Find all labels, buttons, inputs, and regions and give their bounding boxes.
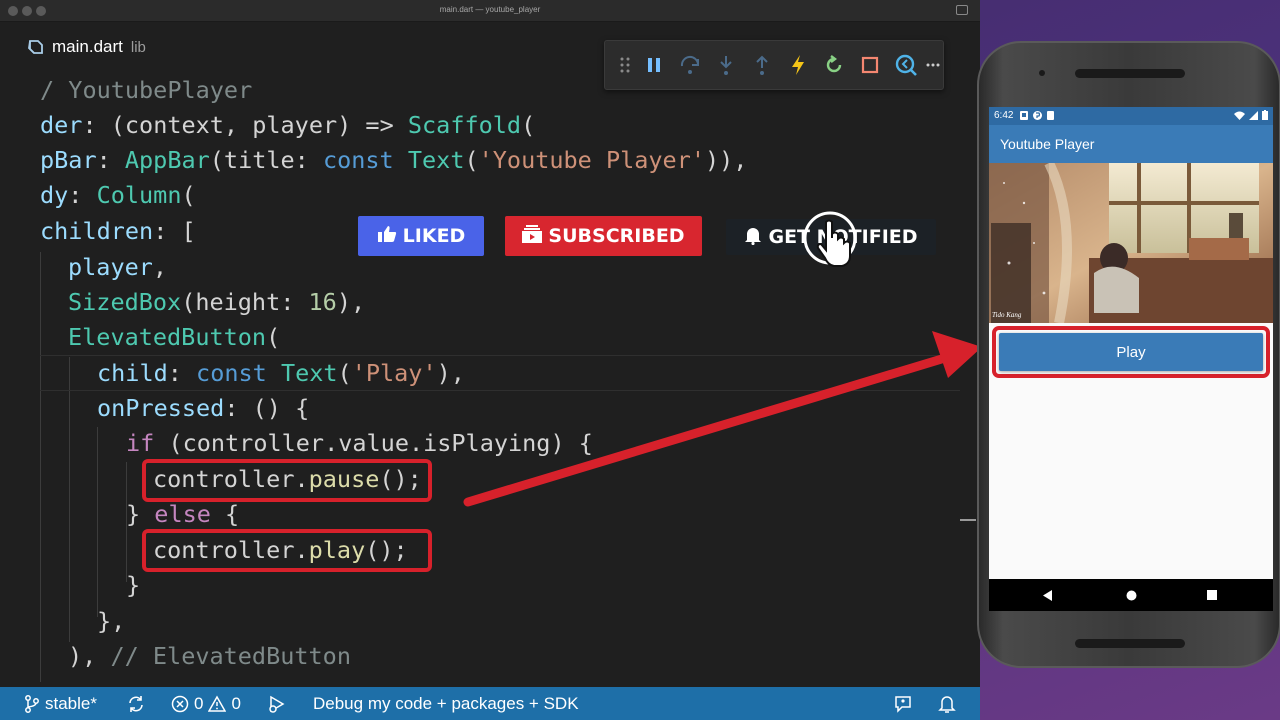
code-line: onPressed: () { — [97, 394, 310, 422]
code-line: } — [126, 571, 141, 599]
notifications-bell-icon[interactable] — [938, 687, 956, 720]
youtube-player-video[interactable]: Tido Kang — [989, 163, 1273, 323]
home-nav-icon[interactable] — [1116, 579, 1146, 611]
error-icon — [171, 695, 189, 713]
indent-guide — [97, 427, 98, 617]
pause-call-highlight — [142, 459, 432, 502]
bottom-speaker — [1075, 639, 1185, 648]
front-camera — [1039, 70, 1045, 76]
vscode-window: main.dart — youtube_player main.dart lib — [0, 0, 980, 720]
indent-guide — [69, 357, 70, 642]
code-line: SizedBox(height: 16), — [68, 288, 366, 316]
app-bar-title: Youtube Player — [1000, 136, 1095, 152]
liked-button[interactable]: LIKED — [358, 216, 484, 256]
android-emulator: 6:42 Youtube Player Tido Kang Play — [977, 41, 1280, 668]
debug-mode-label: Debug my code + packages + SDK — [313, 693, 579, 713]
subscribed-button[interactable]: SUBSCRIBED — [505, 216, 702, 256]
subscribed-label: SUBSCRIBED — [548, 225, 685, 247]
git-branch-icon — [24, 694, 40, 714]
play-button-label: Play — [1116, 343, 1146, 361]
sync-button[interactable] — [126, 687, 146, 720]
phone-status-bar: 6:42 — [989, 107, 1273, 125]
dart-file-icon — [26, 38, 44, 56]
hand-cursor-icon — [800, 208, 864, 277]
status-bar: stable* 0 0 Debug my code + packages + S… — [0, 687, 980, 720]
subscriptions-icon — [522, 224, 543, 248]
code-line: dy: Column( — [40, 181, 196, 209]
wifi-icon — [1234, 111, 1245, 120]
indent-guide — [40, 252, 41, 682]
window-title: main.dart — youtube_player — [439, 5, 541, 14]
code-line: }, — [97, 607, 126, 635]
system-icons — [1234, 110, 1268, 120]
debug-config-icon[interactable] — [267, 687, 287, 720]
play-call-highlight — [142, 529, 432, 572]
scrollbar-marker[interactable] — [960, 519, 976, 521]
video-thumbnail-image — [989, 163, 1273, 323]
layout-icon[interactable] — [956, 5, 968, 15]
back-nav-icon[interactable] — [1033, 579, 1063, 611]
video-watermark: Tido Kang — [992, 311, 1022, 319]
app-bar: Youtube Player — [989, 125, 1273, 163]
signal-icon — [1249, 110, 1258, 120]
thumbs-up-icon — [377, 225, 397, 248]
battery-icon — [1262, 110, 1268, 120]
title-bar: main.dart — youtube_player — [0, 0, 980, 22]
warning-count: 0 — [231, 693, 241, 713]
phone-clock: 6:42 — [994, 110, 1014, 121]
problems-indicator[interactable]: 0 0 — [171, 687, 241, 720]
feedback-icon[interactable] — [893, 687, 913, 720]
branch-name: stable* — [45, 693, 97, 713]
liked-label: LIKED — [402, 225, 466, 247]
play-button[interactable]: Play — [999, 333, 1263, 371]
code-line: child: const Text('Play'), — [97, 359, 465, 387]
code-line: pBar: AppBar(title: const Text('Youtube … — [40, 146, 748, 174]
notification-icons — [1020, 111, 1054, 120]
code-line: if (controller.value.isPlaying) { — [126, 429, 593, 457]
code-line: ), // ElevatedButton — [68, 642, 351, 670]
debug-mode-selector[interactable]: Debug my code + packages + SDK — [313, 687, 579, 720]
code-editor[interactable]: / YoutubePlayer der: (context, player) =… — [0, 72, 960, 687]
code-line: children: [ — [40, 217, 196, 245]
tab-filename: main.dart — [52, 37, 123, 56]
code-line: player, — [68, 253, 168, 281]
error-count: 0 — [194, 693, 204, 713]
tab-main-dart[interactable]: main.dart lib — [26, 32, 146, 62]
code-line: / YoutubePlayer — [40, 76, 253, 104]
tab-directory: lib — [130, 38, 146, 56]
recents-nav-icon[interactable] — [1197, 579, 1227, 611]
warning-icon — [208, 694, 227, 713]
code-line: der: (context, player) => Scaffold( — [40, 111, 536, 139]
branch-indicator[interactable]: stable* — [24, 687, 97, 720]
earpiece-speaker — [1075, 69, 1185, 78]
phone-screen: 6:42 Youtube Player Tido Kang Play — [989, 107, 1273, 611]
tab-bar: main.dart lib — [0, 22, 980, 90]
android-nav-bar — [989, 579, 1273, 611]
code-line: ElevatedButton( — [68, 323, 281, 351]
bell-icon — [744, 225, 762, 250]
sync-icon — [126, 694, 146, 714]
